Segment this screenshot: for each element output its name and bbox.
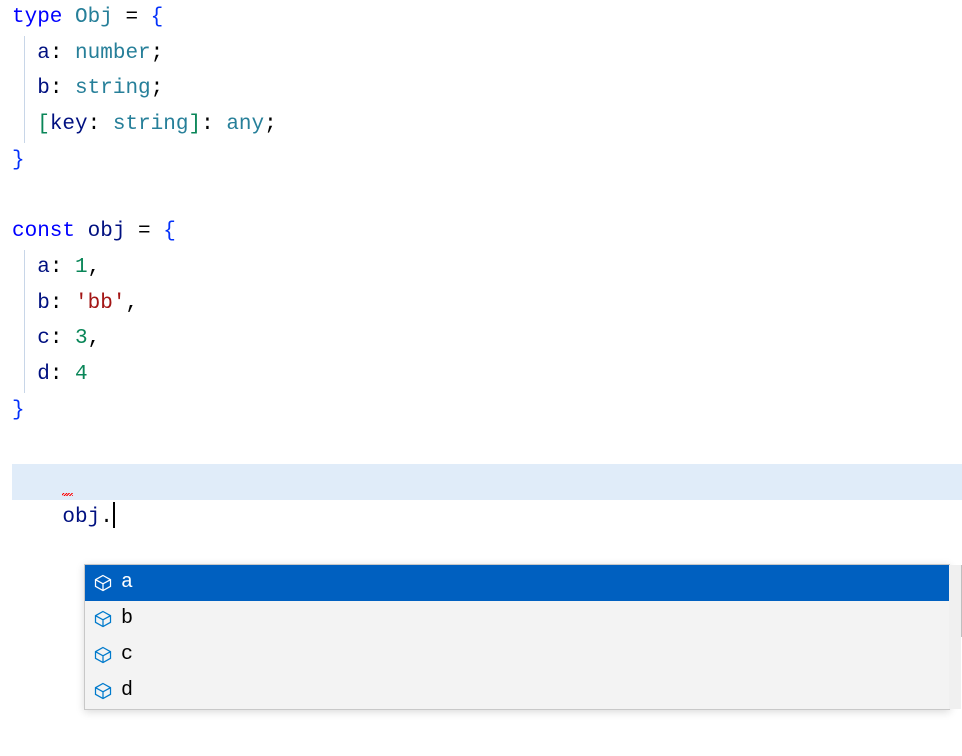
close-brace: }	[12, 399, 25, 422]
var-ref: obj	[62, 506, 100, 529]
close-bracket: ]	[188, 113, 201, 136]
text-cursor	[113, 502, 115, 528]
indent-guide	[24, 321, 25, 357]
punct: =	[113, 6, 151, 29]
number-literal: 3	[75, 327, 88, 350]
error-squiggle	[62, 493, 73, 496]
property-name: b	[37, 292, 50, 315]
type-ref: string	[75, 77, 151, 100]
semicolon: ;	[151, 77, 164, 100]
close-brace: }	[12, 149, 25, 172]
code-line: c: 3,	[12, 321, 962, 357]
open-bracket: [	[37, 113, 50, 136]
indent-guide	[24, 357, 25, 393]
field-icon	[93, 573, 113, 593]
field-icon	[93, 681, 113, 701]
keyword-const: const	[12, 220, 75, 243]
blank-line	[12, 178, 962, 214]
indent-guide	[24, 36, 25, 72]
indent-guide	[24, 71, 25, 107]
punct: :	[88, 113, 113, 136]
dot-operator: .	[100, 506, 113, 529]
key-name: key	[50, 113, 88, 136]
autocomplete-popup[interactable]: a b c d	[84, 564, 950, 710]
semicolon: ;	[264, 113, 277, 136]
punct: :	[50, 292, 75, 315]
punct: :	[201, 113, 226, 136]
comma: ,	[88, 327, 101, 350]
open-brace: {	[163, 220, 176, 243]
code-line: b: 'bb',	[12, 286, 962, 322]
type-ref: any	[226, 113, 264, 136]
code-editor[interactable]: type Obj = { a: number; b: string; [key:…	[0, 0, 962, 464]
punct: :	[50, 256, 75, 279]
indent-guide	[24, 250, 25, 286]
number-literal: 1	[75, 256, 88, 279]
punct: :	[50, 77, 75, 100]
comma: ,	[125, 292, 138, 315]
comma: ,	[88, 256, 101, 279]
active-code-line[interactable]: obj.	[12, 464, 962, 500]
code-line: [key: string]: any;	[12, 107, 962, 143]
code-line: d: 4	[12, 357, 962, 393]
punct: :	[50, 327, 75, 350]
code-line: a: 1,	[12, 250, 962, 286]
type-ref: string	[113, 113, 189, 136]
property-name: c	[37, 327, 50, 350]
open-brace: {	[151, 6, 164, 29]
indent-guide	[24, 286, 25, 322]
keyword-type: type	[12, 6, 62, 29]
property-name: b	[37, 77, 50, 100]
var-name: obj	[88, 220, 126, 243]
string-literal: 'bb'	[75, 292, 125, 315]
field-icon	[93, 609, 113, 629]
autocomplete-label: a	[121, 566, 133, 600]
type-ref: number	[75, 42, 151, 65]
semicolon: ;	[151, 42, 164, 65]
number-literal: 4	[75, 363, 88, 386]
code-line: const obj = {	[12, 214, 962, 250]
autocomplete-item[interactable]: d	[85, 673, 949, 709]
autocomplete-item[interactable]: a	[85, 565, 949, 601]
punct: =	[125, 220, 163, 243]
scrollbar-track[interactable]	[949, 565, 961, 709]
autocomplete-label: b	[121, 602, 133, 636]
code-line: b: string;	[12, 71, 962, 107]
type-identifier: Obj	[75, 6, 113, 29]
autocomplete-label: d	[121, 674, 133, 708]
field-icon	[93, 645, 113, 665]
code-line: type Obj = {	[12, 0, 962, 36]
code-line: }	[12, 393, 962, 429]
property-name: a	[37, 256, 50, 279]
property-name: d	[37, 363, 50, 386]
autocomplete-label: c	[121, 638, 133, 672]
code-line: }	[12, 143, 962, 179]
blank-line	[12, 428, 962, 464]
punct: :	[50, 42, 75, 65]
autocomplete-item[interactable]: b	[85, 601, 949, 637]
punct: :	[50, 363, 75, 386]
property-name: a	[37, 42, 50, 65]
code-line: a: number;	[12, 36, 962, 72]
indent-guide	[24, 107, 25, 143]
autocomplete-item[interactable]: c	[85, 637, 949, 673]
